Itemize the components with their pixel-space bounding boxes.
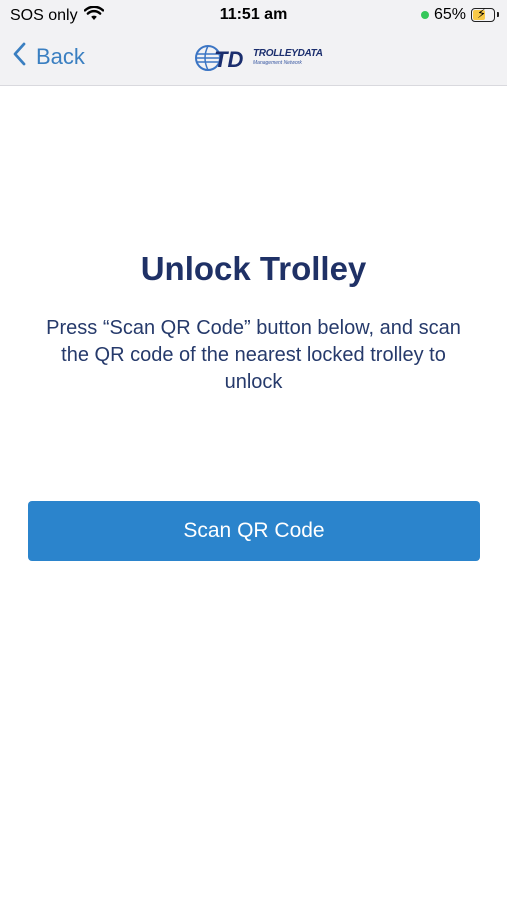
instruction-text: Press “Scan QR Code” button below, and s… (46, 317, 461, 393)
back-button[interactable]: Back (12, 42, 85, 72)
logo-text: TROLLEYDATA (253, 48, 323, 59)
battery-icon: ⚡ (471, 6, 499, 22)
status-bar: SOS only 11:51 am 65% ⚡ (0, 0, 507, 32)
navigation-bar: Back TD TROLLEYDATA Management Network (0, 32, 507, 86)
chevron-left-icon (12, 42, 26, 72)
back-label: Back (36, 44, 85, 69)
privacy-indicator-icon (420, 11, 429, 19)
logo-mark: TD (214, 47, 243, 72)
battery-cap (497, 12, 499, 17)
logo-subtext: Management Network (253, 60, 302, 66)
page-title: Unlock Trolley (140, 250, 367, 287)
bolt-icon: ⚡ (477, 6, 487, 21)
trolleydata-logo: TD TROLLEYDATA Management Network (194, 43, 323, 73)
scan-qr-code-button[interactable]: Scan QR Code (28, 501, 480, 561)
battery-percent: 65% (433, 6, 466, 23)
status-right: 65% ⚡ (420, 6, 499, 24)
globe-logo-icon: TD (195, 45, 243, 72)
